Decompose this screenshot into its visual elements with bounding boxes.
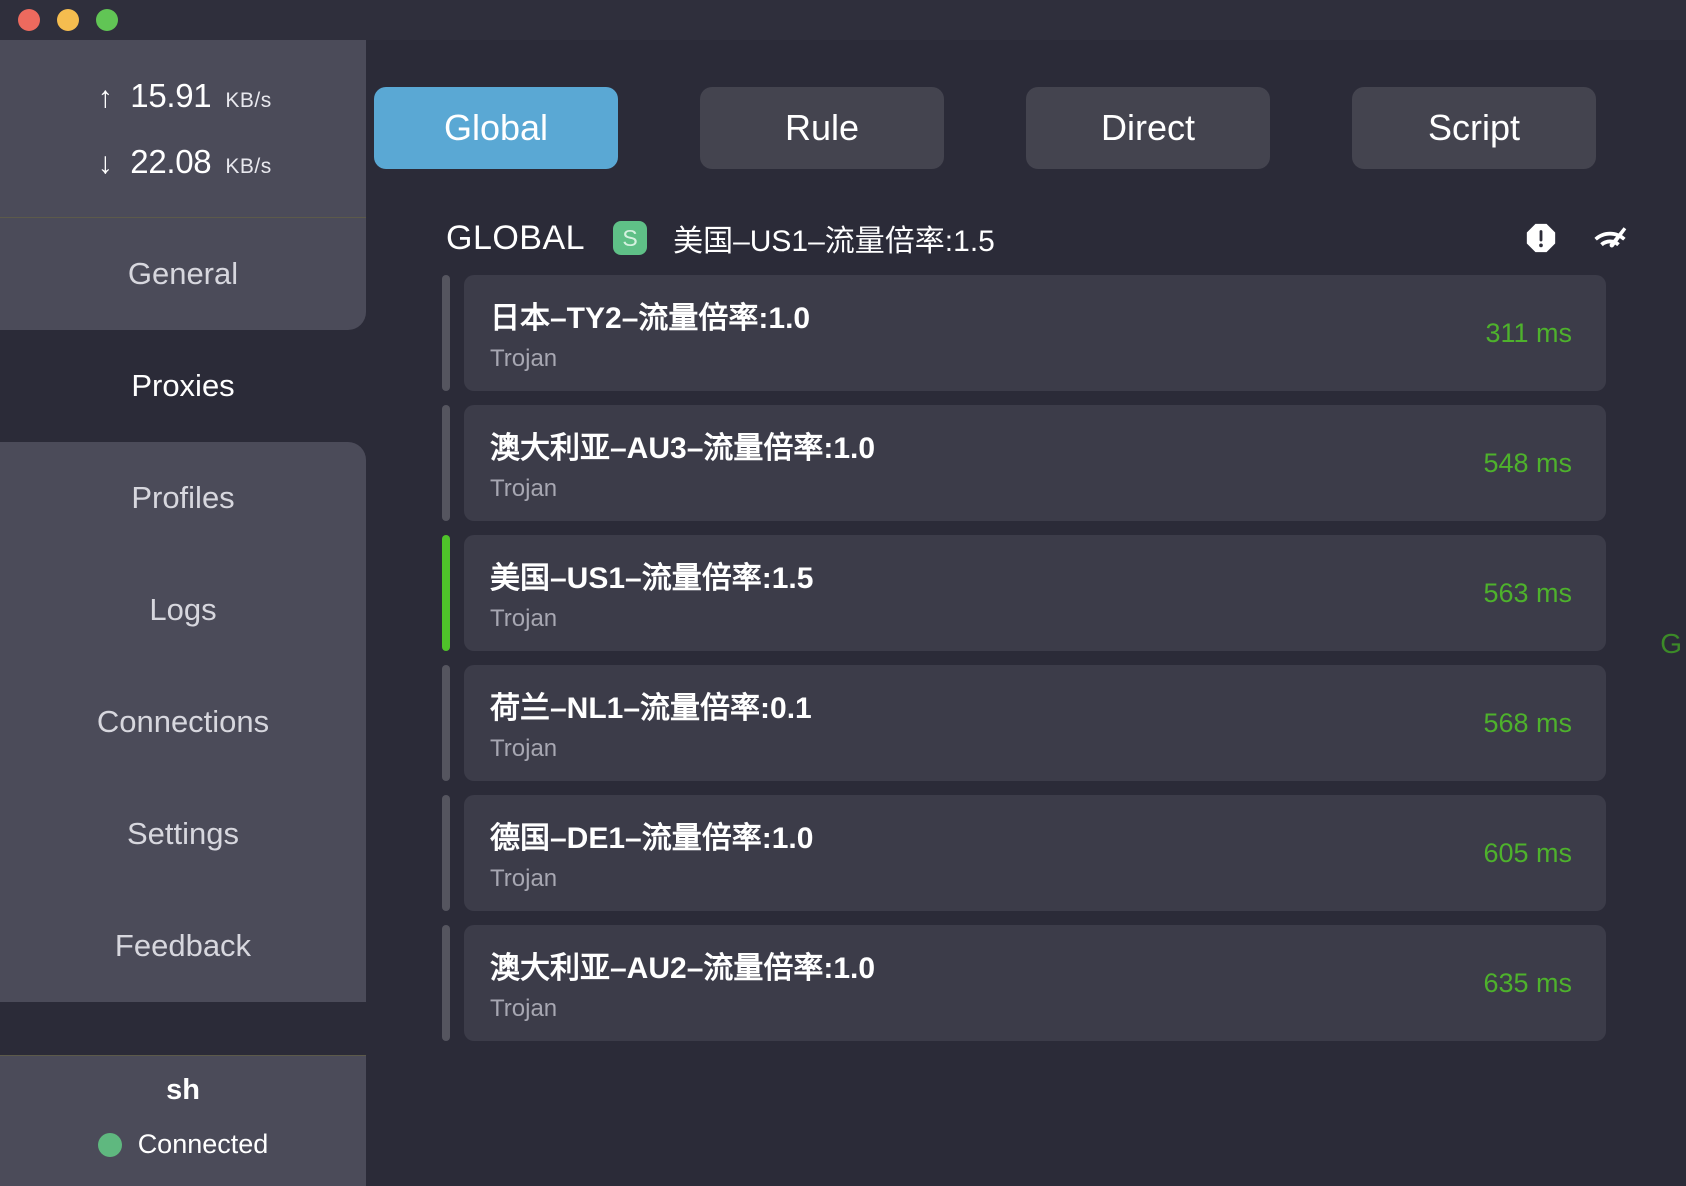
- proxy-info: 日本–TY2–流量倍率:1.0 Trojan: [490, 293, 810, 373]
- sidebar-item-settings[interactable]: Settings: [0, 778, 366, 890]
- row-accent-bar: [442, 665, 450, 781]
- selector-type-badge: S: [613, 221, 648, 255]
- download-arrow-icon: ↓: [97, 146, 113, 180]
- row-accent-bar: [442, 535, 450, 651]
- tab-script[interactable]: Script: [1352, 87, 1596, 169]
- proxy-info: 澳大利亚–AU2–流量倍率:1.0 Trojan: [490, 943, 875, 1023]
- tab-rule[interactable]: Rule: [700, 87, 944, 169]
- profile-name: sh: [166, 1074, 200, 1106]
- proxy-group-header: GLOBAL S 美国–US1–流量倍率:1.5: [366, 201, 1686, 275]
- proxy-info: 荷兰–NL1–流量倍率:0.1 Trojan: [490, 683, 812, 763]
- selected-proxy-name: 美国–US1–流量倍率:1.5: [673, 225, 995, 258]
- proxy-card[interactable]: 美国–US1–流量倍率:1.5 Trojan 563 ms: [464, 535, 1606, 651]
- sidebar-item-label: Logs: [149, 592, 217, 627]
- sidebar-item-label: Feedback: [114, 928, 252, 963]
- sidebar-item-logs[interactable]: Logs: [0, 554, 366, 666]
- proxy-list-item[interactable]: 日本–TY2–流量倍率:1.0 Trojan 311 ms: [442, 275, 1606, 391]
- sidebar-item-label: General: [127, 256, 239, 291]
- proxy-protocol: Trojan: [490, 865, 558, 892]
- proxy-latency: 605 ms: [1483, 837, 1572, 868]
- sidebar-item-feedback[interactable]: Feedback: [0, 890, 366, 1002]
- minimize-button[interactable]: [57, 9, 79, 31]
- proxy-name: 美国–US1–流量倍率:1.5: [490, 562, 814, 595]
- proxy-name: 澳大利亚–AU2–流量倍率:1.0: [490, 952, 876, 985]
- proxy-protocol: Trojan: [490, 605, 558, 632]
- offscreen-group-letter: G: [1660, 628, 1682, 659]
- proxy-latency: 568 ms: [1483, 707, 1572, 738]
- sidebar-item-label: Settings: [126, 816, 239, 851]
- proxy-latency: 563 ms: [1483, 577, 1572, 608]
- upload-speed-row: ↑ 15.91 KB/s: [0, 77, 366, 115]
- row-accent-bar: [442, 795, 450, 911]
- sidebar-item-proxies[interactable]: Proxies: [0, 330, 366, 442]
- group-header-actions: [1524, 221, 1630, 255]
- proxy-list-item[interactable]: 荷兰–NL1–流量倍率:0.1 Trojan 568 ms: [442, 665, 1606, 781]
- sidebar-item-label: Profiles: [131, 480, 235, 515]
- sidebar-item-general[interactable]: General: [0, 218, 366, 330]
- proxy-name: 荷兰–NL1–流量倍率:0.1: [490, 692, 812, 725]
- proxy-info: 澳大利亚–AU3–流量倍率:1.0 Trojan: [490, 423, 875, 503]
- proxy-latency: 635 ms: [1483, 967, 1572, 998]
- profile-status-panel[interactable]: sh Connected: [0, 1055, 366, 1186]
- close-button[interactable]: [18, 9, 40, 31]
- sidebar-item-connections[interactable]: Connections: [0, 666, 366, 778]
- proxy-list-item[interactable]: 澳大利亚–AU3–流量倍率:1.0 Trojan 548 ms: [442, 405, 1606, 521]
- proxy-card[interactable]: 日本–TY2–流量倍率:1.0 Trojan 311 ms: [464, 275, 1606, 391]
- tab-direct[interactable]: Direct: [1026, 87, 1270, 169]
- download-speed-unit: KB/s: [225, 154, 272, 178]
- proxy-latency: 548 ms: [1483, 447, 1572, 478]
- upload-arrow-icon: ↑: [97, 80, 113, 114]
- sidebar-item-label: Connections: [96, 704, 270, 739]
- download-speed-row: ↓ 22.08 KB/s: [0, 143, 366, 181]
- proxy-list-item-selected[interactable]: 美国–US1–流量倍率:1.5 Trojan 563 ms: [442, 535, 1606, 651]
- proxy-protocol: Trojan: [490, 345, 558, 372]
- proxy-name: 日本–TY2–流量倍率:1.0: [490, 302, 811, 335]
- proxy-protocol: Trojan: [490, 735, 558, 762]
- proxy-card[interactable]: 荷兰–NL1–流量倍率:0.1 Trojan 568 ms: [464, 665, 1606, 781]
- sidebar-nav: General Proxies Profiles Logs Connection…: [0, 218, 366, 1055]
- proxy-name: 德国–DE1–流量倍率:1.0: [490, 822, 814, 855]
- sidebar-item-profiles[interactable]: Profiles: [0, 442, 366, 554]
- main-content: Global Rule Direct Script GLOBAL S 美国–US…: [366, 40, 1686, 1186]
- row-accent-bar: [442, 405, 450, 521]
- maximize-button[interactable]: [96, 9, 118, 31]
- proxy-list[interactable]: 日本–TY2–流量倍率:1.0 Trojan 311 ms 澳大利亚–AU3–流…: [366, 275, 1686, 1186]
- proxy-list-item[interactable]: 澳大利亚–AU2–流量倍率:1.0 Trojan 635 ms: [442, 925, 1606, 1041]
- sidebar-item-label: Proxies: [131, 368, 235, 403]
- row-accent-bar: [442, 275, 450, 391]
- connection-status: Connected: [97, 1129, 269, 1160]
- proxy-card[interactable]: 德国–DE1–流量倍率:1.0 Trojan 605 ms: [464, 795, 1606, 911]
- proxy-protocol: Trojan: [490, 475, 558, 502]
- speedtest-icon[interactable]: [1590, 221, 1630, 255]
- window-body: ↑ 15.91 KB/s ↓ 22.08 KB/s General Proxie…: [0, 40, 1686, 1186]
- row-accent-bar: [442, 925, 450, 1041]
- proxy-list-item[interactable]: 德国–DE1–流量倍率:1.0 Trojan 605 ms: [442, 795, 1606, 911]
- warning-octagon-icon[interactable]: [1524, 221, 1558, 255]
- proxy-card[interactable]: 澳大利亚–AU3–流量倍率:1.0 Trojan 548 ms: [464, 405, 1606, 521]
- app-window: ↑ 15.91 KB/s ↓ 22.08 KB/s General Proxie…: [0, 0, 1686, 1186]
- upload-speed-value: 15.91: [130, 76, 212, 114]
- status-badge: Connected: [137, 1129, 269, 1159]
- upload-speed-unit: KB/s: [225, 88, 272, 112]
- proxy-latency: 311 ms: [1485, 317, 1572, 348]
- proxy-mode-tabs: Global Rule Direct Script: [366, 40, 1686, 201]
- proxy-card[interactable]: 澳大利亚–AU2–流量倍率:1.0 Trojan 635 ms: [464, 925, 1606, 1041]
- traffic-stats-panel: ↑ 15.91 KB/s ↓ 22.08 KB/s: [0, 40, 366, 218]
- proxy-name: 澳大利亚–AU3–流量倍率:1.0: [490, 432, 876, 465]
- sidebar: ↑ 15.91 KB/s ↓ 22.08 KB/s General Proxie…: [0, 40, 366, 1186]
- group-title: GLOBAL: [446, 218, 586, 257]
- tab-global[interactable]: Global: [374, 87, 618, 169]
- proxy-info: 美国–US1–流量倍率:1.5 Trojan: [490, 553, 813, 633]
- proxy-protocol: Trojan: [490, 995, 558, 1022]
- proxy-info: 德国–DE1–流量倍率:1.0 Trojan: [490, 813, 813, 893]
- window-titlebar: [0, 0, 1686, 40]
- status-indicator-dot: [97, 1132, 122, 1157]
- download-speed-value: 22.08: [130, 142, 212, 180]
